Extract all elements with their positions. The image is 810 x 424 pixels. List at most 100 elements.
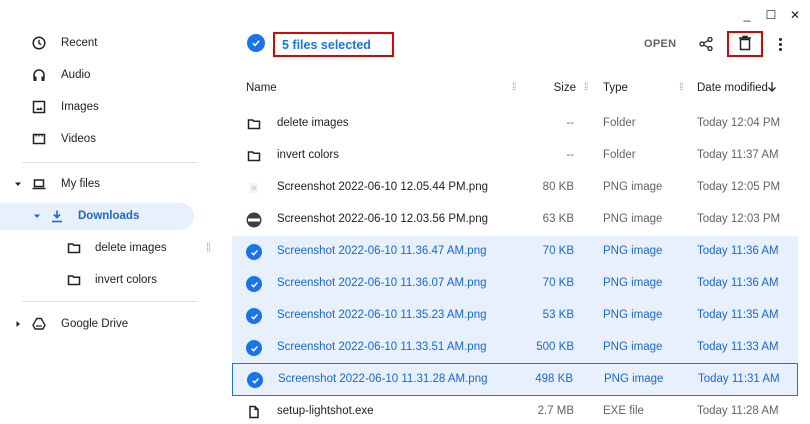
clock-icon — [32, 36, 46, 50]
download-icon — [50, 209, 64, 223]
sidebar-item-downloads[interactable]: Downloads — [0, 203, 194, 229]
file-name: Screenshot 2022-06-10 11.35.23 AM.png — [277, 309, 487, 321]
window-controls: _ ☐ ✕ — [736, 4, 806, 26]
maximize-button[interactable]: ☐ — [760, 4, 782, 26]
sidebar-item-label: Google Drive — [61, 318, 129, 330]
sidebar-item-label: invert colors — [95, 274, 157, 286]
file-name: Screenshot 2022-06-10 12.03.56 PM.png — [277, 213, 488, 225]
column-header-date-modified[interactable]: Date modified — [697, 82, 768, 94]
open-button[interactable]: OPEN — [644, 38, 676, 50]
folder-icon — [246, 148, 262, 164]
sidebar-item-label: My files — [61, 178, 100, 190]
headphones-icon — [32, 68, 46, 82]
file-size: 70 KB — [542, 277, 574, 289]
file-type: PNG image — [603, 309, 663, 321]
sidebar-item-google-drive[interactable]: Google Drive — [0, 311, 200, 337]
column-header-name[interactable]: Name — [246, 82, 277, 94]
column-header-size[interactable]: Size — [554, 82, 576, 94]
table-row[interactable]: Screenshot 2022-06-10 11.36.47 AM.png 70… — [232, 236, 798, 268]
table-row[interactable]: Screenshot 2022-06-10 11.31.28 AM.png 49… — [232, 363, 798, 396]
folder-icon — [67, 241, 81, 255]
sidebar-item-audio[interactable]: Audio — [0, 62, 200, 88]
file-name: Screenshot 2022-06-10 11.36.07 AM.png — [277, 277, 487, 289]
file-type: PNG image — [603, 341, 663, 353]
file-name: delete images — [277, 117, 349, 129]
file-name: Screenshot 2022-06-10 11.36.47 AM.png — [277, 245, 487, 257]
check-icon[interactable] — [246, 308, 262, 324]
caret-down-icon[interactable] — [14, 177, 22, 191]
file-date: Today 12:05 PM — [697, 181, 781, 193]
file-size: 80 KB — [542, 181, 574, 193]
more-vert-icon[interactable] — [774, 34, 786, 54]
file-date: Today 12:04 PM — [697, 117, 781, 129]
file-type: PNG image — [603, 277, 663, 289]
file-type: PNG image — [604, 373, 664, 385]
file-size: 63 KB — [542, 213, 574, 225]
sort-down-arrow-icon[interactable] — [767, 81, 777, 96]
sidebar-item-my-files[interactable]: My files — [0, 171, 200, 197]
caret-down-icon[interactable] — [33, 209, 41, 223]
file-size: 498 KB — [535, 373, 573, 385]
delete-button[interactable] — [727, 31, 763, 57]
sidebar-item-images[interactable]: Images — [0, 94, 200, 120]
table-row[interactable]: invert colors -- Folder Today 11:37 AM — [232, 140, 798, 172]
selection-count-label: 5 files selected — [273, 32, 394, 57]
file-name: invert colors — [277, 149, 339, 161]
table-row[interactable]: Screenshot 2022-06-10 11.36.07 AM.png 70… — [232, 268, 798, 300]
image-thumbnail-icon — [246, 212, 262, 228]
file-date: Today 11:33 AM — [697, 341, 779, 353]
column-resize-handle[interactable]: ⁞⁞ — [679, 82, 683, 93]
sidebar-item-label: Downloads — [78, 210, 140, 222]
selection-check-icon[interactable] — [247, 34, 265, 52]
table-row[interactable]: setup-lightshot.exe 2.7 MB EXE file Toda… — [232, 396, 798, 424]
trash-icon — [738, 35, 752, 54]
file-date: Today 12:03 PM — [697, 213, 781, 225]
file-type: PNG image — [603, 181, 663, 193]
image-thumbnail-icon — [246, 180, 262, 196]
caret-right-icon[interactable] — [14, 317, 22, 331]
file-name: Screenshot 2022-06-10 11.31.28 AM.png — [278, 373, 488, 385]
table-header: Name ⁞⁞ Size ⁞⁞ Type ⁞⁞ Date modified — [232, 76, 798, 102]
file-type: PNG image — [603, 245, 663, 257]
column-resize-handle[interactable]: ⁞⁞ — [584, 82, 588, 93]
check-icon[interactable] — [246, 276, 262, 292]
column-header-type[interactable]: Type — [603, 82, 628, 94]
table-row[interactable]: delete images -- Folder Today 12:04 PM — [232, 108, 798, 140]
sidebar-item-label: Audio — [61, 69, 91, 81]
check-icon[interactable] — [246, 244, 262, 260]
sidebar-item-delete-images[interactable]: delete images — [0, 235, 200, 261]
table-row[interactable]: Screenshot 2022-06-10 12.03.56 PM.png 63… — [232, 204, 798, 236]
file-size: 70 KB — [542, 245, 574, 257]
google-drive-icon — [32, 317, 46, 331]
file-size: -- — [566, 149, 574, 161]
sidebar-item-recent[interactable]: Recent — [0, 30, 200, 56]
check-icon[interactable] — [247, 372, 263, 388]
minimize-button[interactable]: _ — [736, 4, 758, 26]
folder-icon — [246, 116, 262, 132]
sidebar-item-invert-colors[interactable]: invert colors — [0, 267, 200, 293]
file-date: Today 11:36 AM — [697, 245, 779, 257]
table-row[interactable]: Screenshot 2022-06-10 11.35.23 AM.png 53… — [232, 300, 798, 332]
close-button[interactable]: ✕ — [784, 4, 806, 26]
table-row[interactable]: Screenshot 2022-06-10 11.33.51 AM.png 50… — [232, 332, 798, 364]
sidebar-item-label: Recent — [61, 37, 98, 49]
image-icon — [32, 100, 46, 114]
laptop-icon — [32, 177, 46, 191]
share-icon[interactable] — [698, 36, 714, 52]
file-type: Folder — [603, 149, 636, 161]
file-date: Today 11:36 AM — [697, 277, 779, 289]
sidebar-divider — [22, 162, 198, 163]
file-date: Today 11:28 AM — [697, 405, 779, 417]
file-type: EXE file — [603, 405, 644, 417]
file-name: Screenshot 2022-06-10 11.33.51 AM.png — [277, 341, 487, 353]
table-row[interactable]: Screenshot 2022-06-10 12.05.44 PM.png 80… — [232, 172, 798, 204]
film-icon — [32, 132, 46, 146]
sidebar-item-label: delete images — [95, 242, 167, 254]
column-resize-handle[interactable]: ⁞⁞ — [512, 82, 516, 93]
sidebar-resize-handle[interactable]: ⁞⁞ — [206, 242, 211, 254]
file-date: Today 11:37 AM — [697, 149, 779, 161]
sidebar-divider — [22, 301, 198, 302]
check-icon[interactable] — [246, 340, 262, 356]
file-type: PNG image — [603, 213, 663, 225]
sidebar-item-videos[interactable]: Videos — [0, 126, 200, 152]
